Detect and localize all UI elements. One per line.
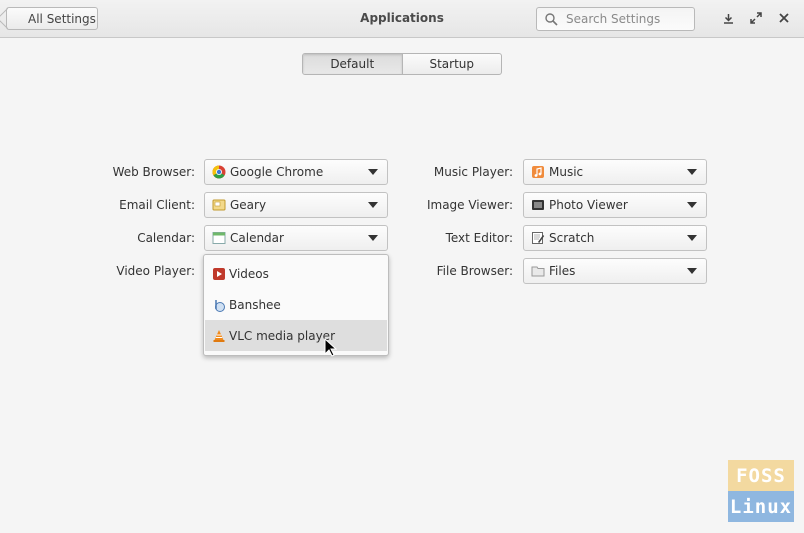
chevron-down-icon bbox=[687, 268, 697, 274]
search-input[interactable] bbox=[566, 12, 686, 26]
menu-item-label: Banshee bbox=[229, 297, 281, 312]
calendar-icon bbox=[212, 231, 226, 245]
watermark-linux: Linux bbox=[728, 491, 794, 522]
videos-icon bbox=[212, 267, 226, 281]
calendar-label: Calendar: bbox=[137, 231, 195, 245]
menu-item-banshee[interactable]: Banshee bbox=[205, 289, 387, 320]
header-bar: All Settings Applications bbox=[0, 0, 804, 38]
files-icon bbox=[531, 264, 545, 278]
image-viewer-label: Image Viewer: bbox=[426, 198, 513, 212]
banshee-icon bbox=[212, 298, 226, 312]
file-browser-dropdown[interactable]: Files bbox=[523, 258, 707, 284]
text-editor-dropdown[interactable]: Scratch bbox=[523, 225, 707, 251]
mode-switch: Default Startup bbox=[302, 53, 502, 75]
scratch-icon bbox=[531, 231, 545, 245]
email-client-label: Email Client: bbox=[119, 198, 195, 212]
file-browser-value: Files bbox=[549, 264, 576, 278]
download-icon[interactable] bbox=[721, 11, 735, 25]
mouse-cursor-icon bbox=[324, 338, 337, 357]
chevron-down-icon bbox=[687, 235, 697, 241]
chrome-icon bbox=[212, 165, 226, 179]
menu-item-label: VLC media player bbox=[229, 328, 336, 343]
photo-viewer-icon bbox=[531, 198, 545, 212]
video-player-menu: Videos Banshee VLC media player bbox=[203, 254, 389, 356]
text-editor-value: Scratch bbox=[549, 231, 595, 245]
search-field[interactable] bbox=[536, 7, 695, 31]
music-player-value: Music bbox=[549, 165, 584, 179]
menu-item-label: Videos bbox=[229, 266, 269, 281]
close-icon[interactable] bbox=[777, 11, 791, 25]
geary-icon bbox=[212, 198, 226, 212]
watermark-foss: FOSS bbox=[728, 460, 794, 491]
web-browser-label: Web Browser: bbox=[112, 165, 195, 179]
music-player-dropdown[interactable]: Music bbox=[523, 159, 707, 185]
music-icon bbox=[531, 165, 545, 179]
vlc-icon bbox=[212, 329, 226, 343]
chevron-down-icon bbox=[687, 202, 697, 208]
image-viewer-dropdown[interactable]: Photo Viewer bbox=[523, 192, 707, 218]
menu-item-vlc[interactable]: VLC media player bbox=[205, 320, 387, 351]
image-viewer-value: Photo Viewer bbox=[549, 198, 628, 212]
tab-startup[interactable]: Startup bbox=[401, 54, 502, 74]
tab-default[interactable]: Default bbox=[303, 54, 402, 74]
menu-item-videos[interactable]: Videos bbox=[205, 258, 387, 289]
text-editor-label: Text Editor: bbox=[445, 231, 513, 245]
chevron-down-icon bbox=[687, 169, 697, 175]
music-player-label: Music Player: bbox=[433, 165, 513, 179]
search-icon bbox=[545, 12, 558, 26]
video-player-label: Video Player: bbox=[116, 264, 195, 278]
maximize-icon[interactable] bbox=[749, 11, 763, 25]
